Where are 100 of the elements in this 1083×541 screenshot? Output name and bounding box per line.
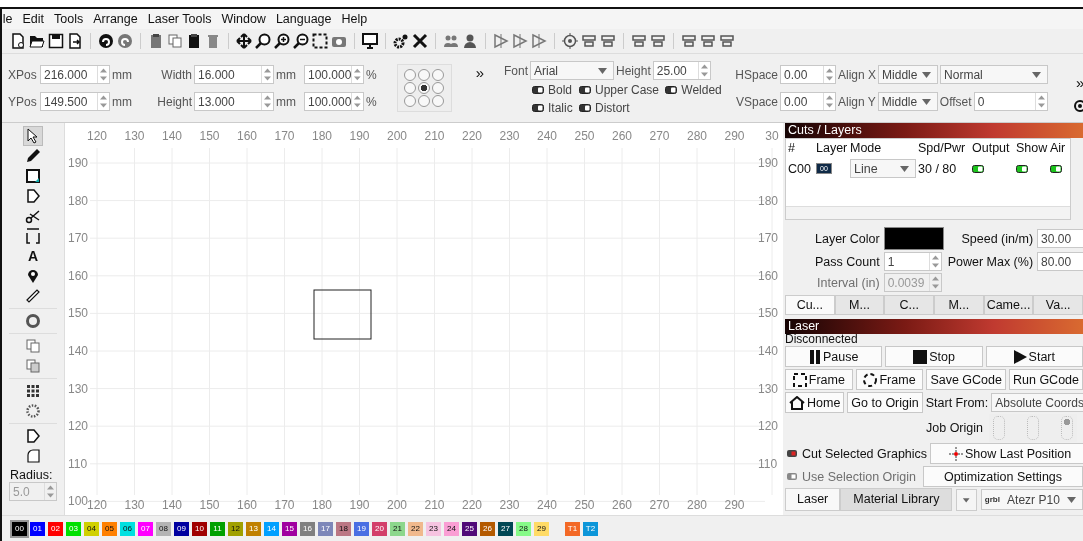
layer-color-swatch[interactable] (883, 227, 944, 251)
panel-tab[interactable]: Came... (983, 295, 1034, 316)
toggle-icon[interactable] (665, 86, 678, 95)
eye-icon[interactable] (1073, 98, 1083, 113)
number-field[interactable]: 30.00 (1037, 229, 1083, 249)
distribute-vertical-icon[interactable] (650, 33, 666, 50)
menu-item[interactable]: Laser Tools (147, 11, 212, 26)
menu-item[interactable]: Tools (54, 11, 84, 26)
new-file-icon[interactable] (10, 33, 26, 50)
color-swatch[interactable]: 22 (408, 521, 423, 536)
color-swatch[interactable]: 15 (282, 521, 297, 536)
color-swatch[interactable]: 00 (12, 521, 27, 536)
menu-item[interactable]: Window (221, 11, 266, 26)
color-swatch[interactable]: 29 (534, 521, 549, 536)
anchor-radio[interactable] (417, 82, 430, 95)
anchor-radio[interactable] (403, 69, 416, 82)
color-swatch[interactable]: 12 (228, 521, 243, 536)
anchor-radio[interactable] (403, 95, 416, 108)
color-swatch[interactable]: 06 (120, 521, 135, 536)
spin-arrows-icon[interactable] (261, 66, 273, 84)
anchor-radio[interactable] (431, 95, 444, 108)
spin-arrows-icon[interactable] (351, 93, 363, 111)
tools-icon[interactable] (412, 33, 428, 50)
laser-button[interactable]: Run GCode (1009, 369, 1083, 391)
column-header[interactable]: Show (1016, 141, 1050, 156)
column-header[interactable]: Spd/Pwr (918, 141, 972, 156)
rectangle-shape[interactable] (313, 289, 372, 340)
show-toggle[interactable] (1016, 164, 1028, 173)
panel-tab[interactable]: Material Library (840, 488, 953, 512)
style-select[interactable]: Normal (940, 65, 1049, 85)
toggle-icon[interactable] (578, 86, 591, 95)
gears-icon[interactable] (393, 33, 409, 50)
spin-arrows-icon[interactable] (823, 66, 835, 84)
people-icon[interactable] (443, 33, 459, 50)
spin-arrows-icon[interactable] (261, 93, 273, 111)
redo-icon[interactable] (117, 33, 133, 50)
folder-icon[interactable] (29, 33, 45, 50)
spin-arrows-icon[interactable] (697, 62, 710, 80)
menu-item[interactable]: Arrange (93, 11, 138, 26)
save-icon[interactable] (48, 33, 64, 50)
color-swatch[interactable]: 16 (300, 521, 315, 536)
color-swatch[interactable]: 19 (354, 521, 369, 536)
expand-toolbar-button[interactable]: » (467, 64, 492, 82)
menu-item[interactable]: Edit (22, 11, 45, 26)
caret-icon[interactable] (956, 488, 977, 511)
number-field[interactable]: 13.000 (194, 92, 274, 112)
home-button[interactable]: Home (785, 392, 845, 414)
laser-button[interactable]: Start (985, 346, 1083, 368)
spin-arrows-icon[interactable] (97, 66, 109, 84)
menu-item[interactable]: Language (275, 11, 332, 26)
job-origin-radio[interactable] (1061, 416, 1073, 441)
font-select[interactable]: Arial (530, 61, 615, 81)
output-toggle[interactable] (972, 164, 984, 173)
color-swatch[interactable]: 18 (336, 521, 351, 536)
laser-button[interactable]: Stop (885, 346, 983, 368)
number-field[interactable]: 100.000 (304, 65, 364, 85)
text-tool[interactable]: A (23, 246, 43, 267)
number-field[interactable]: 100.000 (304, 92, 364, 112)
file-arrow-icon[interactable] (67, 33, 83, 50)
align-select[interactable]: Middle (878, 65, 939, 85)
horizontal-scrollbar[interactable] (786, 206, 1070, 220)
column-header[interactable]: # (788, 141, 816, 156)
toggle-icon[interactable] (578, 104, 591, 113)
expand-toolbar-button[interactable]: » (1068, 73, 1083, 91)
color-swatch[interactable]: 10 (192, 521, 207, 536)
laser-button[interactable]: Frame (855, 369, 924, 391)
distribute-icon[interactable] (631, 33, 647, 50)
color-swatch[interactable]: 09 (174, 521, 189, 536)
anchor-radio[interactable] (431, 69, 444, 82)
checkbox-option[interactable]: Distort (578, 101, 660, 116)
color-swatch[interactable]: 21 (390, 521, 405, 536)
go-to-origin-button[interactable]: Go to Origin (847, 392, 923, 414)
anchor-radio[interactable] (403, 82, 416, 95)
anchor-radio[interactable] (417, 69, 430, 82)
color-swatch[interactable]: 01 (30, 521, 45, 536)
color-swatch[interactable]: 24 (444, 521, 459, 536)
laser-button[interactable]: Frame (785, 369, 853, 391)
checkbox-option[interactable]: Welded (665, 83, 722, 98)
number-field[interactable]: 1 (883, 252, 942, 272)
menu-item[interactable]: Help (341, 11, 368, 26)
paste-icon[interactable] (186, 33, 202, 50)
color-swatch[interactable]: 02 (48, 521, 63, 536)
number-field[interactable]: 25.00 (652, 61, 711, 81)
zoom-in-icon[interactable] (274, 33, 290, 50)
checkbox-option[interactable]: Italic (532, 101, 573, 116)
color-swatch[interactable]: 23 (426, 521, 441, 536)
column-header[interactable]: Layer (816, 141, 850, 156)
column-header[interactable]: Air (1050, 141, 1074, 156)
number-field[interactable]: 216.000 (40, 65, 110, 85)
device-select[interactable]: grbl Atezr P10 (980, 489, 1083, 511)
spin-arrows-icon[interactable] (1034, 93, 1047, 111)
number-field[interactable]: 0 (973, 92, 1048, 112)
number-field[interactable]: 16.000 (194, 65, 274, 85)
checkbox-option[interactable]: Bold (532, 83, 573, 98)
tool-button[interactable] (23, 226, 43, 247)
column-header[interactable]: Mode (850, 141, 918, 156)
anchor-radio[interactable] (431, 82, 444, 95)
air-toggle[interactable] (1050, 164, 1062, 173)
align-icon[interactable] (581, 33, 597, 50)
panel-tab[interactable]: Laser (785, 488, 841, 512)
